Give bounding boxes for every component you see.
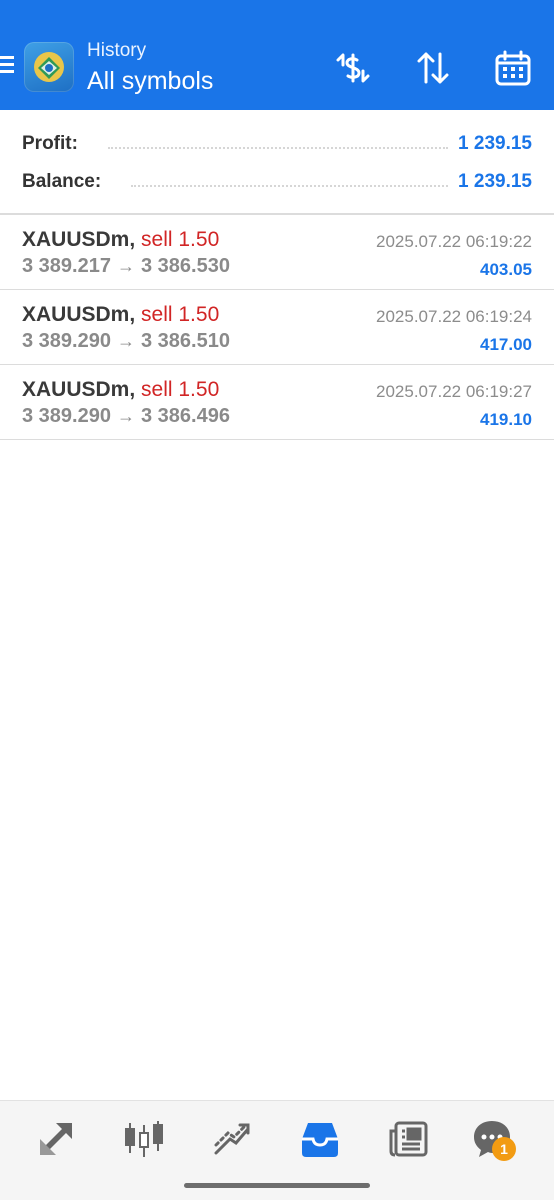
home-indicator[interactable] — [184, 1183, 370, 1188]
deal-time: 2025.07.22 06:19:24 — [376, 307, 532, 326]
deal-profit: 417.00 — [480, 335, 532, 354]
dotted-leader — [107, 147, 449, 149]
profit-value: 1 239.15 — [458, 133, 532, 154]
deal-profit: 419.10 — [480, 410, 532, 429]
quotes-icon[interactable] — [34, 1117, 78, 1161]
profit-row: Profit: 1 239.15 — [22, 132, 532, 156]
page-title[interactable]: All symbols — [87, 67, 213, 96]
deal-type: sell 1.50 — [141, 228, 220, 251]
chat-badge: 1 — [492, 1137, 516, 1161]
sort-icon[interactable] — [413, 48, 453, 88]
close-price: 3 386.510 — [140, 330, 230, 352]
page-subtitle: History — [87, 40, 147, 61]
profit-label: Profit: — [22, 133, 78, 154]
metatrader-logo — [24, 42, 74, 92]
dollar-exchange-icon[interactable] — [333, 48, 373, 88]
deal-symbol: XAUUSDm, — [22, 303, 136, 326]
trade-icon[interactable] — [210, 1117, 254, 1161]
deal-time: 2025.07.22 06:19:22 — [376, 232, 532, 251]
chart-icon[interactable] — [122, 1117, 166, 1161]
close-price: 3 386.496 — [140, 405, 230, 427]
deal-profit: 403.05 — [480, 260, 532, 279]
balance-row: Balance: 1 239.15 — [22, 170, 532, 194]
open-price: 3 389.290 — [22, 405, 111, 427]
balance-label: Balance: — [22, 171, 102, 192]
status-bar — [0, 0, 554, 10]
arrow-right-icon: → — [116, 256, 135, 276]
deal-row[interactable]: XAUUSDm, sell 1.50 3 389.290 → 3 386.510 2… — [0, 291, 554, 365]
deal-symbol: XAUUSDm, — [22, 228, 136, 251]
deal-row[interactable]: XAUUSDm, sell 1.50 3 389.217 → 3 386.530 2… — [0, 216, 554, 290]
app-bar: History All symbols — [0, 10, 554, 110]
menu-icon[interactable] — [0, 56, 16, 74]
arrow-right-icon: → — [116, 331, 135, 351]
deal-time: 2025.07.22 06:19:27 — [376, 382, 532, 401]
deal-symbol: XAUUSDm, — [22, 378, 136, 401]
open-price: 3 389.290 — [22, 330, 111, 352]
divider — [0, 213, 554, 215]
account-summary: Profit: 1 239.15 Balance: 1 239.15 — [0, 110, 554, 214]
deal-row[interactable]: XAUUSDm, sell 1.50 3 389.290 → 3 386.496 2… — [0, 366, 554, 440]
balance-value: 1 239.15 — [458, 171, 532, 192]
dotted-leader — [131, 185, 449, 187]
history-icon[interactable] — [298, 1117, 342, 1161]
deal-type: sell 1.50 — [141, 378, 220, 401]
close-price: 3 386.530 — [140, 255, 230, 277]
calendar-icon[interactable] — [493, 48, 533, 88]
open-price: 3 389.217 — [22, 255, 111, 277]
arrow-right-icon: → — [116, 406, 135, 426]
news-icon[interactable] — [386, 1117, 430, 1161]
deal-type: sell 1.50 — [141, 303, 220, 326]
